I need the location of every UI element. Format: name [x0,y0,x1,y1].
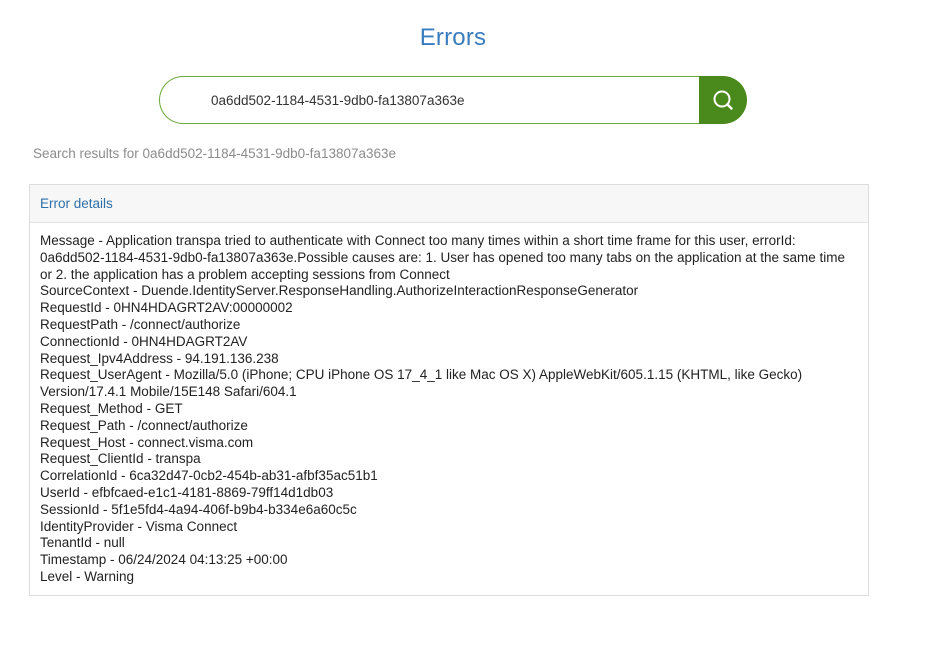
search-button[interactable] [699,76,747,124]
detail-line-request-id: RequestId - 0HN4HDAGRT2AV:00000002 [40,300,293,316]
detail-line-ipv4-address: Request_Ipv4Address - 94.191.136.238 [40,350,279,366]
detail-line-level: Level - Warning [40,568,135,584]
page-title: Errors [419,24,487,51]
error-details-panel: Error details Message - Application tran… [29,184,869,596]
detail-line-request-path: RequestPath - /connect/authorize [40,316,241,332]
search-bar [159,76,747,124]
errors-page: Errors Search results for 0a6dd502-1184-… [0,0,925,661]
detail-line-connection-id: ConnectionId - 0HN4HDAGRT2AV [40,333,248,349]
search-icon [713,90,733,110]
detail-line-host: Request_Host - connect.visma.com [40,434,254,450]
detail-line-user-id: UserId - efbfcaed-e1c1-4181-8869-79ff14d… [40,484,334,500]
detail-line-timestamp: Timestamp - 06/24/2024 04:13:25 +00:00 [40,552,288,568]
detail-line-method: Request_Method - GET [40,400,183,416]
detail-line-path: Request_Path - /connect/authorize [40,417,248,433]
detail-line-identity-provider: IdentityProvider - Visma Connect [40,518,238,534]
detail-line-client-id: Request_ClientId - transpa [40,451,201,467]
search-input[interactable] [159,76,699,124]
detail-line-session-id: SessionId - 5f1e5fd4-4a94-406f-b9b4-b334… [40,501,357,517]
error-details-header: Error details [30,185,868,223]
detail-line-message: Message - Application transpa tried to a… [40,233,846,282]
detail-line-correlation-id: CorrelationId - 6ca32d47-0cb2-454b-ab31-… [40,468,378,484]
detail-line-user-agent: Request_UserAgent - Mozilla/5.0 (iPhone;… [40,367,803,400]
search-results-summary: Search results for 0a6dd502-1184-4531-9d… [33,146,397,161]
detail-line-tenant-id: TenantId - null [40,535,125,551]
detail-line-source-context: SourceContext - Duende.IdentityServer.Re… [40,283,639,299]
error-details-body: Message - Application transpa tried to a… [30,223,868,586]
